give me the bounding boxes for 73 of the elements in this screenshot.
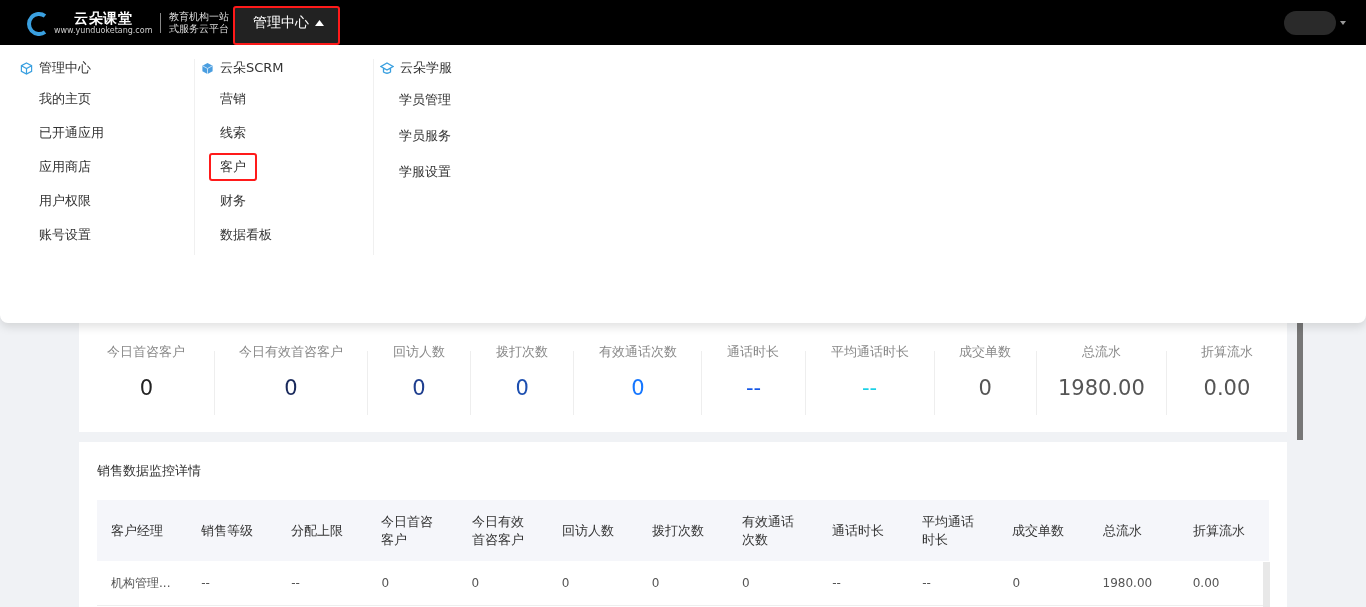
stat-label: 折算流水 [1200, 345, 1253, 359]
menu-item[interactable]: 用户权限 [28, 187, 102, 215]
column-header: 有效通话次数 [728, 500, 819, 561]
box-icon [201, 61, 214, 75]
menu-item[interactable]: 线索 [209, 119, 257, 147]
stat-value: 0 [284, 375, 298, 401]
stat-value: -- [862, 375, 878, 401]
menu-item[interactable]: 营销 [209, 85, 257, 113]
graduation-cap-icon [380, 61, 394, 75]
column-header: 今日首咨客户 [367, 500, 458, 561]
table-cell: 0 [547, 561, 638, 606]
menu-item[interactable]: 数据看板 [209, 221, 283, 249]
stat-label: 有效通话次数 [598, 345, 677, 359]
logo-tagline: 教育机构一站 [169, 10, 230, 23]
column-header: 拨打次数 [637, 500, 728, 561]
table-cell: 0 [637, 561, 728, 606]
table-cell: -- [908, 561, 999, 606]
table-cell: 0 [728, 561, 819, 606]
menu-item[interactable]: 学员管理 [388, 85, 462, 115]
column-header: 销售等级 [187, 500, 278, 561]
stat-label: 总流水 [1081, 345, 1121, 359]
caret-icon[interactable] [1340, 20, 1346, 25]
stat-label: 通话时长 [727, 345, 780, 359]
column-header: 总流水 [1088, 500, 1179, 561]
menu-item[interactable]: 财务 [209, 187, 257, 215]
caret-icon [315, 19, 325, 26]
scrollbar[interactable] [1297, 323, 1303, 440]
logo-tagline: 式服务云平台 [169, 22, 230, 35]
menu-item[interactable]: 我的主页 [28, 85, 102, 113]
cube-icon [20, 61, 33, 75]
menu-item[interactable]: 学员服务 [388, 121, 462, 151]
menu-item[interactable]: 应用商店 [28, 153, 102, 181]
column-header: 平均通话时长 [908, 500, 999, 561]
column-header: 今日有效首咨客户 [457, 500, 548, 561]
menu-item[interactable]: 账号设置 [28, 221, 102, 249]
stat-value: -- [745, 375, 762, 401]
stat-label: 平均通话时长 [830, 345, 909, 359]
stat-label: 回访人数 [392, 345, 445, 359]
nav-menu-button[interactable]: 管理中心 [233, 6, 341, 45]
table-cell: 0 [457, 561, 548, 606]
column-header: 客户经理 [97, 500, 188, 561]
section-title: 销售数据监控详情 [97, 462, 202, 480]
stat-label: 拨打次数 [496, 345, 549, 359]
menu-group-title: 云朵SCRM [220, 59, 284, 77]
menu-item[interactable]: 客户 [209, 153, 257, 181]
column-header: 回访人数 [547, 500, 638, 561]
stat-value: 0 [631, 375, 645, 401]
table-cell: -- [818, 561, 909, 606]
stat-value: 0 [139, 375, 154, 401]
table-cell: 0 [998, 561, 1089, 606]
menu-item[interactable]: 学服设置 [388, 157, 462, 187]
stat-label: 成交单数 [959, 345, 1012, 359]
column-header: 成交单数 [998, 500, 1089, 561]
stat-value: 1980.00 [1057, 375, 1145, 401]
menu-group-title: 管理中心 [39, 59, 91, 77]
stat-value: 0.00 [1203, 375, 1251, 401]
column-header: 折算流水 [1178, 500, 1269, 561]
stat-value: 0 [978, 375, 992, 401]
stat-label: 今日首咨客户 [107, 345, 186, 359]
menu-group-title: 云朵学服 [400, 59, 452, 77]
table-cell: 机构管理... [97, 561, 188, 606]
column-header: 通话时长 [818, 500, 909, 561]
logo-url: www.yunduoketang.com [54, 26, 153, 35]
table-cell: -- [277, 561, 368, 606]
table-cell: -- [187, 561, 278, 606]
column-header: 分配上限 [277, 500, 368, 561]
logo-text: 云朵课堂 [74, 10, 133, 26]
stat-value: 0 [515, 375, 529, 401]
stat-label: 今日有效首咨客户 [238, 345, 343, 359]
menu-item[interactable]: 已开通应用 [28, 119, 115, 147]
stat-value: 0 [412, 375, 426, 401]
table-cell: 0 [367, 561, 458, 606]
table-cell: 1980.00 [1088, 561, 1179, 606]
